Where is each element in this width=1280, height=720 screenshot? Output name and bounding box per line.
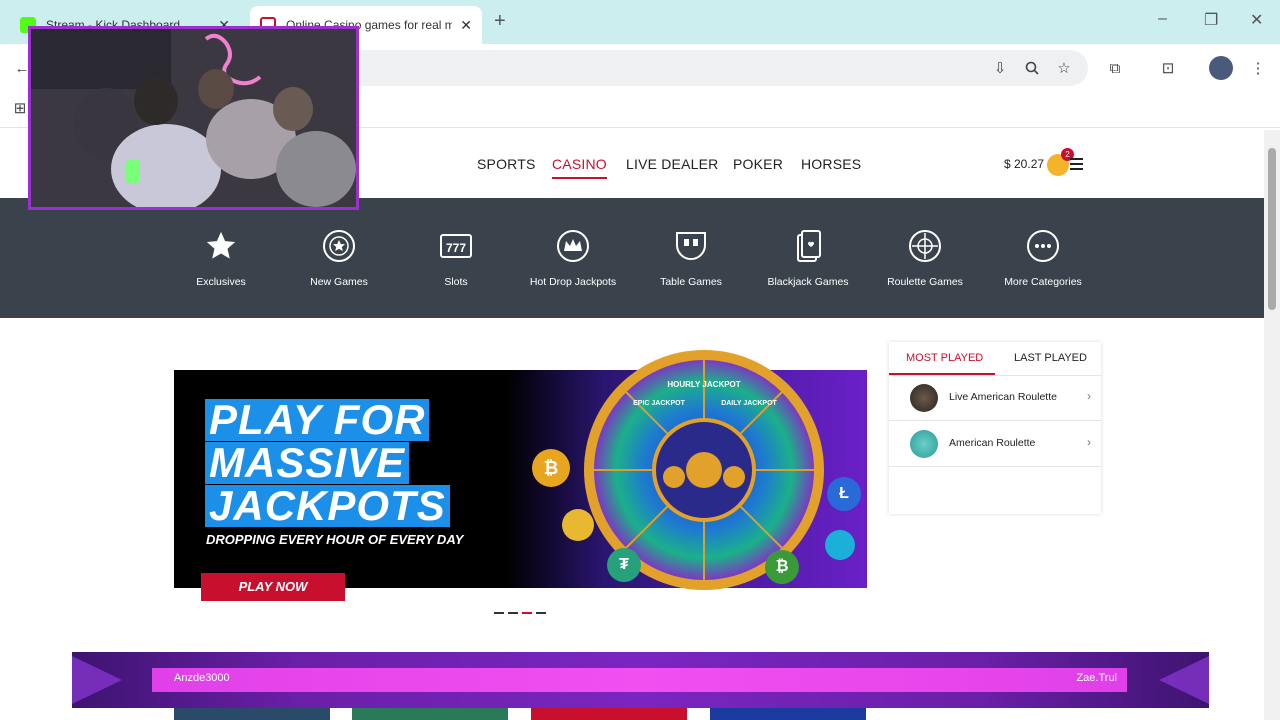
carousel-dot[interactable] [494,612,504,614]
bitcoin-coin-icon: ₿ [532,449,570,487]
game-thumbnail [910,384,938,412]
category-new-games[interactable]: New Games [279,228,399,288]
game-thumbnail [910,430,938,458]
carousel-dot-active[interactable] [522,612,532,614]
tab-last-played[interactable]: LAST PLAYED [1014,352,1087,364]
stream-alert-bar: Anzde3000 Zae.Trul [72,652,1209,708]
scrollbar-thumb[interactable] [1268,148,1276,310]
new-tab-icon[interactable]: + [494,10,506,33]
chevron-right-icon: › [1087,389,1091,403]
game-thumbnail[interactable] [710,708,866,720]
carousel-dot[interactable] [536,612,546,614]
promo-banner[interactable]: PLAY FOR MASSIVE JACKPOTS DROPPING EVERY… [174,350,867,601]
cards-icon [790,228,826,264]
played-game-row[interactable]: American Roulette › [889,421,1101,467]
stream-alert-strip: Anzde3000 Zae.Trul [152,668,1127,692]
restore-icon[interactable]: ❐ [1204,10,1218,30]
game-thumbnail[interactable] [174,708,330,720]
extensions-icon[interactable]: ⧉ [1103,56,1127,80]
headline-line: MASSIVE [205,442,410,484]
roulette-icon [907,228,943,264]
menu-kebab-icon[interactable]: ⋮ [1246,56,1270,80]
litecoin-coin-icon: Ł [827,477,861,511]
category-hot-drop-jackpots[interactable]: Hot Drop Jackpots [513,228,633,288]
banner-subline: DROPPING EVERY HOUR OF EVERY DAY [206,532,464,547]
banner-headline: PLAY FOR MASSIVE JACKPOTS [205,399,488,528]
bitcoin-cash-coin-icon: ₿ [765,550,799,584]
slots-icon: 777 [438,228,474,264]
close-window-icon[interactable]: ✕ [1250,10,1263,30]
category-label: More Categories [1004,276,1082,288]
svg-text:777: 777 [446,241,466,255]
search-tabs-icon[interactable]: ⊡ [1156,56,1180,80]
table-games-icon [673,228,709,264]
stream-user-right: Zae.Trul [1076,672,1117,684]
game-name: American Roulette [949,437,1036,449]
nav-horses[interactable]: HORSES [801,156,861,172]
tab-most-played[interactable]: MOST PLAYED [906,352,983,364]
page-scrollbar[interactable] [1264,130,1280,720]
headline-line: PLAY FOR [205,399,430,441]
tether-coin-icon: ₮ [607,548,641,582]
webcam-overlay [28,26,359,210]
category-label: Slots [444,276,468,288]
chevron-right-icon: › [1087,435,1091,449]
carousel-dot[interactable] [508,612,518,614]
headline-line: JACKPOTS [205,485,450,527]
gold-coin-icon [562,509,594,541]
decorative-triangle [72,656,122,704]
category-blackjack-games[interactable]: Blackjack Games [748,228,868,288]
more-icon [1025,228,1061,264]
close-tab-icon[interactable]: ✕ [460,17,472,34]
category-roulette-games[interactable]: Roulette Games [865,228,985,288]
category-label: Blackjack Games [767,276,849,288]
category-label: New Games [310,276,368,288]
hamburger-menu-icon[interactable] [1070,158,1083,173]
carousel-dots [494,612,546,614]
nav-poker[interactable]: POKER [733,156,783,172]
game-thumbnail[interactable] [531,708,687,720]
category-more-categories[interactable]: More Categories [983,228,1103,288]
bookmark-star-icon[interactable]: ☆ [1052,56,1076,80]
star-icon [203,228,239,264]
game-thumbnail[interactable] [352,708,508,720]
category-label: Roulette Games [887,276,963,288]
category-bar: Exclusives New Games 777 Slots Hot Drop … [0,198,1264,318]
played-games-panel: MOST PLAYED LAST PLAYED Live American Ro… [889,342,1101,514]
play-now-button[interactable]: PLAY NOW [201,573,345,601]
wheel-label: HOURLY JACKPOT [667,380,740,389]
category-table-games[interactable]: Table Games [631,228,751,288]
webcam-image [31,29,356,207]
crypto-coin-icon [825,530,855,560]
new-games-icon [321,228,357,264]
decorative-triangle [1159,656,1209,704]
wheel-label: EPIC JACKPOT [633,400,685,407]
minimize-icon[interactable]: – [1158,10,1167,28]
category-exclusives[interactable]: Exclusives [161,228,281,288]
nav-live-dealer[interactable]: LIVE DEALER [626,156,718,172]
nav-casino[interactable]: CASINO [552,156,607,179]
wheel-label: DAILY JACKPOT [721,400,777,407]
category-label: Exclusives [196,276,246,288]
category-label: Hot Drop Jackpots [529,276,617,288]
category-slots[interactable]: 777 Slots [396,228,516,288]
profile-avatar[interactable] [1209,56,1233,80]
category-label: Table Games [660,276,722,288]
account-balance[interactable]: $ 20.27 [1004,157,1044,171]
stream-user-left: Anzde3000 [174,672,230,684]
played-game-row[interactable]: Live American Roulette › [889,375,1101,421]
crown-icon [555,228,591,264]
install-app-icon[interactable]: ⇩ [988,56,1012,80]
nav-sports[interactable]: SPORTS [477,156,536,172]
zoom-icon[interactable] [1020,56,1044,80]
game-name: Live American Roulette [949,391,1057,403]
